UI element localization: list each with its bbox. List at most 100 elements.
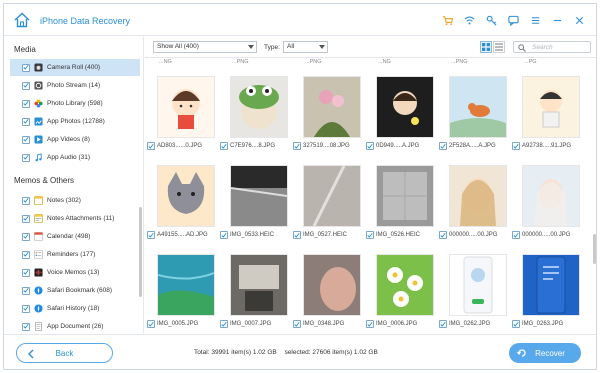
sidebar-item-notes-attachments[interactable]: Notes Attachments (11) (10, 210, 140, 227)
sidebar-item-photo-library[interactable]: Photo Library (598) (10, 95, 140, 112)
checkbox[interactable] (220, 142, 228, 150)
list-view-button[interactable] (493, 41, 505, 53)
checkbox[interactable] (512, 142, 520, 150)
photo-thumbnail[interactable] (157, 254, 215, 316)
photo-tile[interactable]: IMG_0007.JPG (220, 254, 288, 330)
checkbox[interactable] (22, 214, 30, 223)
photo-tile[interactable]: 000000.....00.JPG (512, 165, 580, 241)
sidebar-item-app-document[interactable]: App Document (26) (10, 318, 140, 333)
checkbox[interactable] (22, 63, 30, 72)
home-icon[interactable] (13, 11, 31, 29)
checkbox[interactable] (293, 320, 301, 328)
photo-thumbnail[interactable] (522, 76, 580, 138)
wifi-icon[interactable] (462, 13, 476, 27)
photo-tile[interactable]: IMG_0006.JPG (366, 254, 434, 330)
photo-thumbnail[interactable] (303, 165, 361, 227)
checkbox[interactable] (22, 232, 30, 241)
photo-tile[interactable]: AD803......0.JPG (147, 76, 215, 152)
photo-thumbnail[interactable] (449, 165, 507, 227)
photo-tile[interactable]: C7E976....8.JPG (220, 76, 288, 152)
photo-thumbnail[interactable] (157, 165, 215, 227)
show-select[interactable]: Show All (400) (153, 41, 257, 53)
grid-scrollbar[interactable] (593, 234, 596, 264)
photo-tile[interactable]: 2F528A.....A.JPG (439, 76, 507, 152)
chat-icon[interactable] (506, 13, 520, 27)
checkbox[interactable] (512, 320, 520, 328)
key-icon[interactable] (484, 13, 498, 27)
checkbox[interactable] (22, 153, 30, 162)
search-input[interactable]: Search (532, 44, 553, 51)
checkbox[interactable] (147, 320, 155, 328)
sidebar-scrollbar[interactable] (139, 207, 142, 297)
type-select[interactable]: All (283, 41, 328, 53)
checkbox[interactable] (366, 231, 374, 239)
checkbox[interactable] (147, 231, 155, 239)
photo-tile[interactable]: 000000.....00.JPG (439, 165, 507, 241)
photo-thumbnail[interactable] (522, 254, 580, 316)
checkbox[interactable] (22, 304, 30, 313)
sidebar-item-voice-memos[interactable]: Voice Memos (13) (10, 264, 140, 281)
photo-thumbnail[interactable] (449, 76, 507, 138)
photo-tile[interactable]: IMG_0263.JPG (512, 254, 580, 330)
photo-thumbnail[interactable] (157, 76, 215, 138)
checkbox[interactable] (220, 231, 228, 239)
checkbox[interactable] (439, 231, 447, 239)
sidebar-item-safari-bookmark[interactable]: Safari Bookmark (608) (10, 282, 140, 299)
sidebar-item-notes[interactable]: Notes (302) (10, 192, 140, 209)
menu-icon[interactable] (528, 13, 542, 27)
checkbox[interactable] (22, 322, 30, 331)
photo-tile[interactable]: IMG_0005.JPG (147, 254, 215, 330)
checkbox[interactable] (512, 231, 520, 239)
sidebar-item-reminders[interactable]: Reminders (177) (10, 246, 140, 263)
checkbox[interactable] (22, 135, 30, 144)
sidebar-item-app-audio[interactable]: App Audio (31) (10, 149, 140, 166)
search-box[interactable]: Search (513, 41, 591, 53)
checkbox[interactable] (22, 117, 30, 126)
close-icon[interactable] (572, 13, 586, 27)
checkbox[interactable] (22, 286, 30, 295)
photo-tile[interactable]: IMG_0526.HEIC (366, 165, 434, 241)
photo-thumbnail[interactable] (303, 76, 361, 138)
sidebar-item-camera-roll[interactable]: Camera Roll (400) (10, 59, 140, 76)
photo-tile[interactable]: IMG_0348.JPG (293, 254, 361, 330)
checkbox[interactable] (147, 142, 155, 150)
sidebar-item-app-photos[interactable]: App Photos (12788) (10, 113, 140, 130)
grid-view-button[interactable] (480, 41, 492, 53)
photo-tile[interactable]: IMG_0262.JPG (439, 254, 507, 330)
photo-thumbnail[interactable] (303, 254, 361, 316)
checkbox[interactable] (439, 142, 447, 150)
cart-icon[interactable] (440, 13, 454, 27)
photo-thumbnail[interactable] (376, 165, 434, 227)
photo-tile[interactable]: A49155.....AD.JPG (147, 165, 215, 241)
photo-thumbnail[interactable] (522, 165, 580, 227)
minimize-icon[interactable] (550, 13, 564, 27)
checkbox[interactable] (366, 320, 374, 328)
checkbox[interactable] (22, 99, 30, 108)
photo-thumbnail[interactable] (376, 76, 434, 138)
checkbox[interactable] (293, 231, 301, 239)
photo-tile[interactable]: IMG_0527.HEIC (293, 165, 361, 241)
sidebar-item-app-videos[interactable]: App Videos (8) (10, 131, 140, 148)
sidebar-item-calendar[interactable]: Calendar (498) (10, 228, 140, 245)
photo-tile[interactable]: A92738.....91.JPG (512, 76, 580, 152)
checkbox[interactable] (439, 320, 447, 328)
photo-thumbnail[interactable] (230, 76, 288, 138)
sidebar-item-photo-stream[interactable]: Photo Stream (14) (10, 77, 140, 94)
back-button[interactable]: Back (16, 343, 113, 363)
checkbox[interactable] (293, 142, 301, 150)
photo-thumbnail[interactable] (376, 254, 434, 316)
photo-tile[interactable]: 327519....08.JPG (293, 76, 361, 152)
checkbox[interactable] (366, 142, 374, 150)
checkbox[interactable] (22, 268, 30, 277)
photo-thumbnail[interactable] (230, 165, 288, 227)
photo-tile[interactable]: 0D949.....A.JPG (366, 76, 434, 152)
photo-thumbnail[interactable] (449, 254, 507, 316)
recover-button[interactable]: Recover (509, 343, 581, 363)
checkbox[interactable] (22, 250, 30, 259)
checkbox[interactable] (22, 81, 30, 90)
checkbox[interactable] (220, 320, 228, 328)
checkbox[interactable] (22, 196, 30, 205)
sidebar-item-safari-history[interactable]: Safari History (18) (10, 300, 140, 317)
photo-tile[interactable]: IMG_0533.HEIC (220, 165, 288, 241)
photo-thumbnail[interactable] (230, 254, 288, 316)
